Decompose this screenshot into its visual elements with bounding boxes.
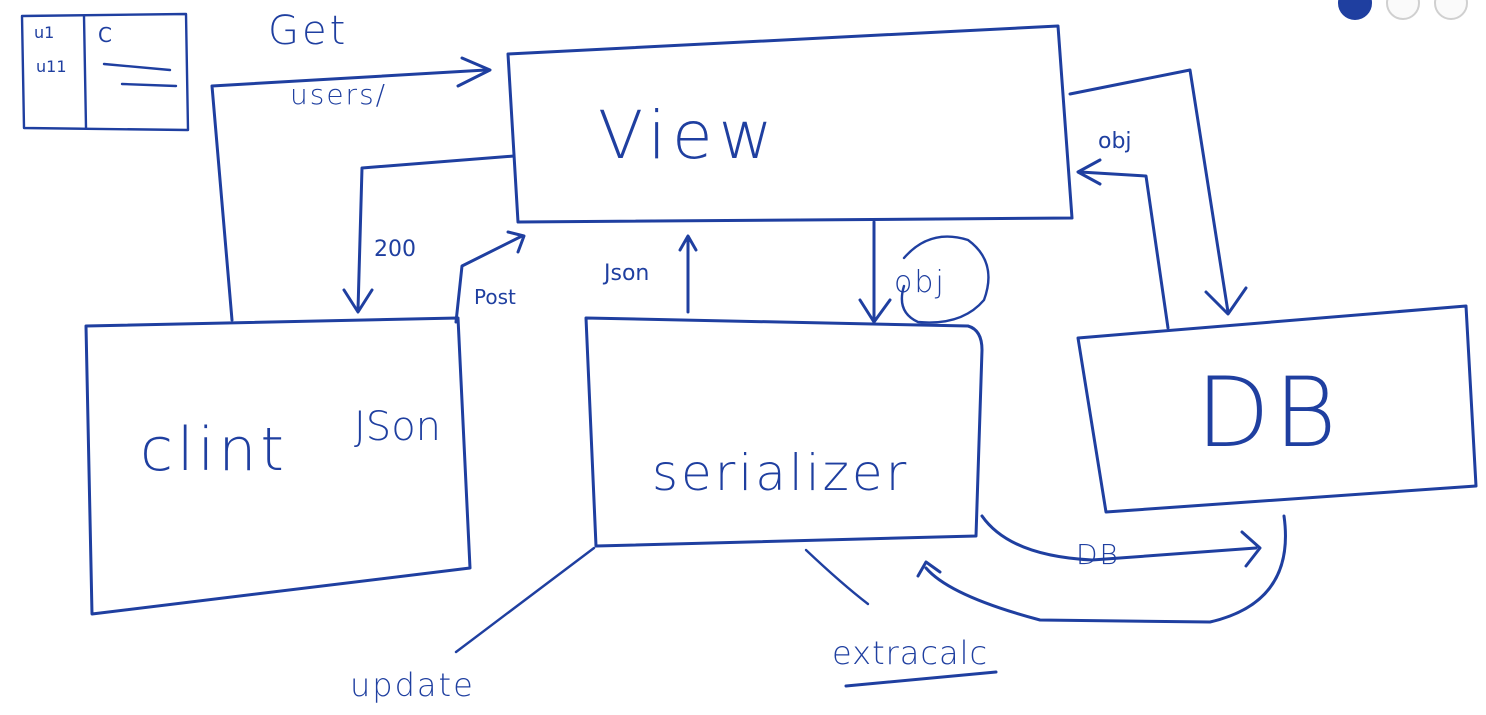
get-label: Get xyxy=(268,8,348,54)
table-row-b: u11 xyxy=(36,57,67,76)
json-arrow: Json xyxy=(602,234,698,314)
users-path-label: users/ xyxy=(290,78,387,111)
obj-to-view-arrow: obj xyxy=(1076,129,1170,330)
extracalc-annotation: extracalc xyxy=(804,548,998,688)
table-col-c: C xyxy=(98,23,112,47)
update-annotation: update xyxy=(350,546,596,704)
client-label: clint xyxy=(140,415,288,485)
pen-tool-icon[interactable] xyxy=(1338,0,1372,20)
db-label: DB xyxy=(1196,357,1341,469)
view-box: View xyxy=(506,24,1074,224)
serializer-to-db-arrow: DB xyxy=(980,514,1262,571)
view-to-db-arrow xyxy=(1068,68,1248,316)
serializer-label: serializer xyxy=(652,444,909,502)
client-json-label: JSon xyxy=(354,404,441,450)
table-row-a: u1 xyxy=(34,23,54,42)
post-arrow: Post xyxy=(454,230,526,324)
db-box: DB xyxy=(1076,304,1478,514)
get-arrow: Get users/ xyxy=(210,8,492,322)
obj-serializer-label: obj xyxy=(894,265,946,300)
serializer-box: serializer xyxy=(584,316,984,548)
more-tool-icon[interactable] xyxy=(1434,0,1468,20)
extra-calc-label: extracalc xyxy=(832,634,988,672)
whiteboard-canvas[interactable]: u1 u11 C View clint JSon serializer DB G… xyxy=(0,0,1486,715)
client-box: clint JSon xyxy=(84,316,472,616)
status-200-label: 200 xyxy=(374,237,416,262)
obj-db-label: obj xyxy=(1098,129,1132,154)
obj-to-serializer-arrow: obj xyxy=(858,220,990,324)
db-link-label: DB xyxy=(1076,538,1120,571)
update-label: update xyxy=(350,666,475,704)
eraser-tool-icon[interactable] xyxy=(1386,0,1420,20)
post-label: Post xyxy=(474,285,516,309)
toolbar xyxy=(1338,0,1468,20)
table-sketch: u1 u11 C xyxy=(20,12,190,132)
json-arrow-label: Json xyxy=(602,261,649,286)
view-label: View xyxy=(598,97,779,174)
